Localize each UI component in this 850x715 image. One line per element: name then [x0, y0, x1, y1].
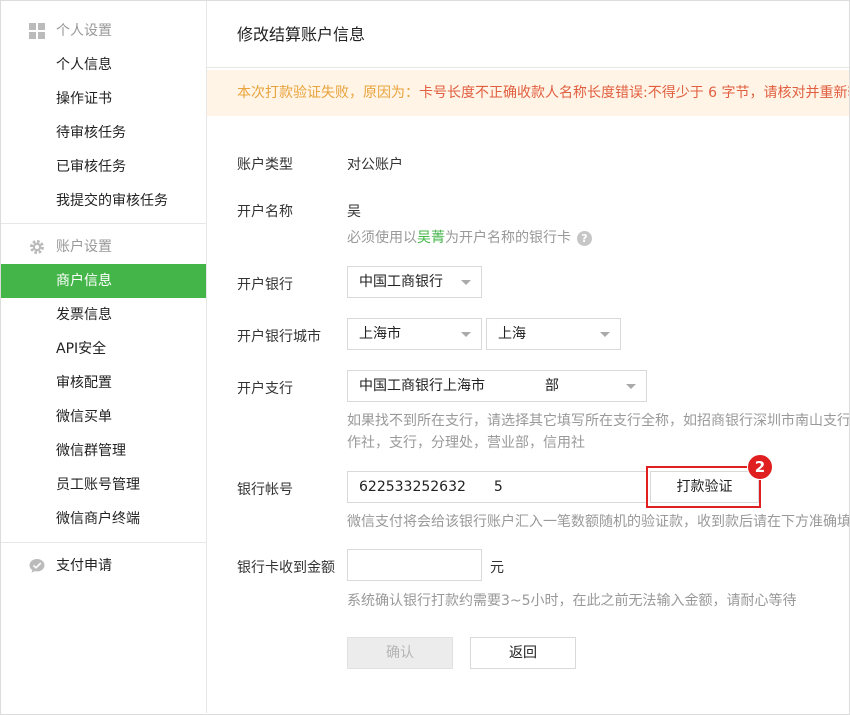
title-divider	[207, 67, 849, 68]
account-type-value: 对公账户	[347, 157, 403, 173]
city-select-value: 上海	[498, 326, 526, 342]
amount-hint: 系统确认银行打款约需要3~5小时，在此之前无法输入金额，请耐心等待	[347, 593, 797, 609]
sidebar-divider	[1, 223, 206, 224]
sidebar-section-label: 个人设置	[56, 23, 112, 39]
account-number-tail: 5	[493, 479, 503, 495]
name-hint-name: 吴菁	[417, 230, 445, 246]
sidebar-section-label: 账户设置	[56, 239, 112, 255]
alert-reason: 卡号长度不正确收款人名称长度错误:不得少于 6 字节，请核对并重新输入	[419, 85, 849, 101]
sidebar-section-account: 账户设置	[1, 232, 206, 262]
sidebar-item-personal-info[interactable]: 个人信息	[1, 48, 206, 82]
amount-label: 银行卡收到金额	[237, 560, 335, 576]
sidebar-item-merchant-info[interactable]: 商户信息	[1, 264, 206, 298]
sidebar-item-api-security[interactable]: API安全	[1, 332, 206, 366]
sidebar-item-staff-accounts[interactable]: 员工账号管理	[1, 468, 206, 502]
account-number-input[interactable]: 622533252632 5	[347, 471, 647, 503]
amount-input[interactable]	[347, 549, 482, 581]
back-button[interactable]: 返回	[470, 637, 576, 669]
annotation-highlight-box	[646, 466, 761, 508]
account-number-hint: 微信支付将会给该银行账户汇入一笔数额随机的验证款，收到款后请在下方准确填写	[347, 514, 849, 530]
branch-hint-line2: 作社，支行，分理处，营业部，信用社	[347, 435, 585, 451]
account-type-label: 账户类型	[237, 157, 293, 173]
account-name-hint: 必须使用以吴菁为开户名称的银行卡?	[347, 227, 592, 247]
sidebar-item-reviewed[interactable]: 已审核任务	[1, 150, 206, 184]
province-select[interactable]: 上海市	[347, 318, 482, 350]
branch-select-value: 中国工商银行上海市	[359, 378, 485, 394]
branch-select[interactable]: 中国工商银行上海市 部	[347, 370, 647, 402]
confirm-button[interactable]: 确认	[347, 637, 453, 669]
branch-label: 开户支行	[237, 381, 293, 397]
chevron-down-icon	[600, 332, 610, 337]
bank-select[interactable]: 中国工商银行	[347, 266, 482, 298]
alert-prefix: 本次打款验证失败，原因为：	[237, 85, 419, 101]
error-alert: 本次打款验证失败，原因为： 卡号长度不正确收款人名称长度错误:不得少于 6 字节…	[207, 70, 849, 116]
account-name-label: 开户名称	[237, 204, 293, 220]
name-hint-pre: 必须使用以	[347, 230, 417, 246]
sidebar-item-wechat-group[interactable]: 微信群管理	[1, 434, 206, 468]
account-number-label: 银行帐号	[237, 482, 293, 498]
sidebar-section-label: 支付申请	[56, 558, 112, 574]
name-hint-post: 为开户名称的银行卡	[445, 230, 571, 246]
sidebar-item-review-config[interactable]: 审核配置	[1, 366, 206, 400]
bank-city-label: 开户银行城市	[237, 329, 321, 345]
province-select-value: 上海市	[359, 326, 401, 342]
main-content: 修改结算账户信息 本次打款验证失败，原因为： 卡号长度不正确收款人名称长度错误:…	[207, 1, 849, 713]
city-select[interactable]: 上海	[486, 318, 621, 350]
sidebar-section-personal: 个人设置	[1, 16, 206, 46]
payment-chat-icon	[29, 559, 45, 573]
sidebar: 个人设置 个人信息 操作证书 待审核任务 已审核任务 我提交的审核任务 账户设置…	[1, 1, 207, 713]
help-question-icon[interactable]: ?	[577, 230, 592, 246]
bank-label: 开户银行	[237, 277, 293, 293]
sidebar-divider	[1, 542, 206, 543]
sidebar-item-invoice-info[interactable]: 发票信息	[1, 298, 206, 332]
bank-select-value: 中国工商银行	[359, 274, 443, 290]
sidebar-item-merchant-terminal[interactable]: 微信商户终端	[1, 502, 206, 536]
grid-icon	[29, 23, 45, 39]
sidebar-item-pending-review[interactable]: 待审核任务	[1, 116, 206, 150]
chevron-down-icon	[626, 384, 636, 389]
account-name-value: 吴	[347, 204, 361, 220]
chevron-down-icon	[461, 332, 471, 337]
sidebar-item-certificate[interactable]: 操作证书	[1, 82, 206, 116]
branch-select-value-tail: 部	[545, 378, 559, 394]
sidebar-item-my-submitted[interactable]: 我提交的审核任务	[1, 184, 206, 218]
page-title: 修改结算账户信息	[237, 25, 366, 44]
annotation-step-badge: 2	[747, 454, 773, 480]
gear-icon	[30, 240, 44, 254]
branch-hint-line1: 如果找不到所在支行，请选择其它填写所在支行全称，如招商银行深圳市南山支行	[347, 413, 849, 429]
sidebar-item-wechat-pay-bill[interactable]: 微信买单	[1, 400, 206, 434]
chevron-down-icon	[461, 280, 471, 285]
sidebar-section-payment[interactable]: 支付申请	[1, 551, 206, 581]
amount-unit: 元	[490, 560, 504, 576]
account-number-value: 622533252632	[359, 479, 466, 495]
